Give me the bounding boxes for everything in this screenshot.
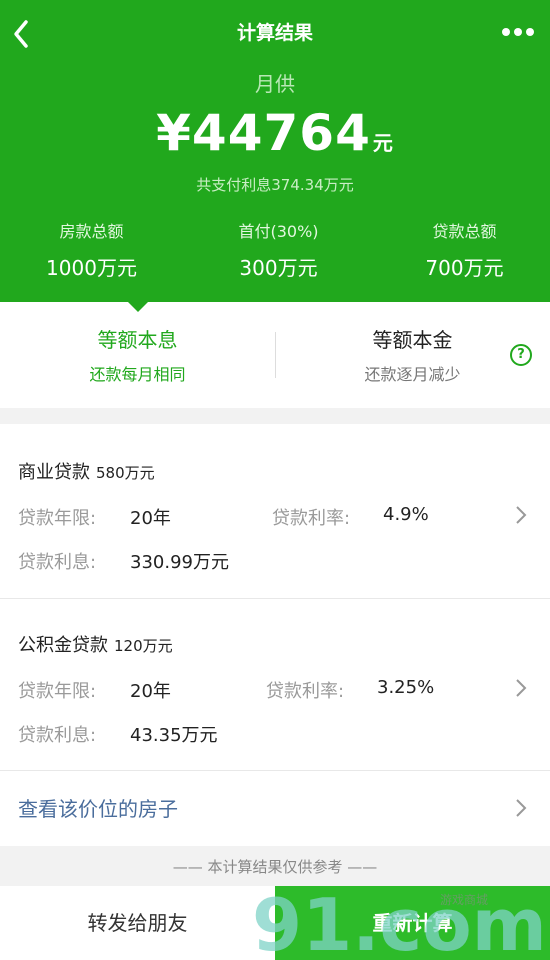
loan-title: 公积金贷款 120万元	[18, 631, 173, 657]
term-value: 20年	[130, 508, 171, 529]
tab-subtitle: 还款逐月减少	[364, 365, 461, 384]
chevron-right-icon	[516, 799, 527, 817]
monthly-payment-label: 月供	[255, 72, 295, 96]
interest-value: 43.35万元	[130, 725, 218, 746]
term-label: 贷款年限:	[18, 681, 97, 702]
view-houses-link[interactable]: 查看该价位的房子	[18, 793, 178, 822]
term-label: 贷款年限:	[18, 508, 97, 529]
total-interest: 共支付利息374.34万元	[196, 176, 354, 194]
provident-fund-loan-item[interactable]: 公积金贷款 120万元 贷款年限: 20年 贷款利率: 3.25% 贷款利息: 4…	[0, 599, 550, 770]
interest-label: 贷款利息:	[18, 725, 97, 746]
monthly-amount-unit: 元	[372, 131, 394, 155]
result-header: 计算结果 月供 ¥44764 元 共支付利息374.34万元 房款总额 1000万…	[0, 0, 550, 302]
disclaimer: —— 本计算结果仅供参考 ——	[172, 858, 378, 876]
active-tab-indicator	[128, 302, 148, 312]
loan-type: 商业贷款	[18, 462, 90, 483]
loan-details: 商业贷款 580万元 贷款年限: 20年 贷款利率: 4.9% 贷款利息: 330…	[0, 424, 550, 846]
summary-down-payment: 首付(30%) 300万元	[187, 218, 370, 281]
loan-type: 公积金贷款	[18, 635, 108, 656]
loan-amount: 120万元	[114, 637, 173, 655]
summary-house-price: 房款总额 1000万元	[0, 218, 183, 281]
tab-equal-installment[interactable]: 等额本息 还款每月相同	[0, 324, 275, 385]
summary-label: 贷款总额	[432, 222, 497, 241]
tab-title: 等额本金	[372, 328, 453, 352]
tab-equal-principal[interactable]: 等额本金 还款逐月减少	[275, 324, 550, 385]
loan-title: 商业贷款 580万元	[18, 458, 155, 484]
chevron-right-icon	[516, 506, 527, 524]
more-dots-icon[interactable]	[500, 22, 536, 42]
monthly-payment-amount: ¥44764 元	[0, 104, 550, 162]
monthly-amount-value: ¥44764	[156, 104, 371, 162]
view-houses-link-row[interactable]: 查看该价位的房子	[0, 771, 550, 846]
summary-value: 1000万元	[46, 256, 137, 280]
help-circle-icon[interactable]: ?	[510, 344, 532, 366]
summary-value: 300万元	[239, 256, 318, 280]
summary-label: 房款总额	[59, 222, 124, 241]
nav-bar: 计算结果	[0, 0, 550, 64]
rate-value: 4.9%	[383, 504, 429, 525]
tab-subtitle: 还款每月相同	[89, 365, 186, 384]
bottom-action-bar: 转发给朋友 重新计算	[0, 886, 550, 960]
commercial-loan-item[interactable]: 商业贷款 580万元 贷款年限: 20年 贷款利率: 4.9% 贷款利息: 330…	[0, 424, 550, 598]
share-button[interactable]: 转发给朋友	[0, 886, 275, 960]
page-title: 计算结果	[236, 22, 313, 44]
rate-label: 贷款利率:	[266, 681, 345, 702]
recalculate-button[interactable]: 重新计算	[275, 886, 550, 960]
summary-label: 首付(30%)	[238, 222, 319, 241]
repayment-method-tabs: 等额本息 还款每月相同 等额本金 还款逐月减少	[0, 302, 550, 408]
rate-label: 贷款利率:	[272, 508, 351, 529]
term-value: 20年	[130, 681, 171, 702]
chevron-right-icon	[516, 679, 527, 697]
interest-label: 贷款利息:	[18, 552, 97, 573]
rate-value: 3.25%	[377, 677, 435, 698]
tab-title: 等额本息	[97, 328, 178, 352]
summary-value: 700万元	[425, 256, 504, 280]
loan-summary: 房款总额 1000万元 首付(30%) 300万元 贷款总额 700万元	[0, 218, 550, 288]
summary-loan-total: 贷款总额 700万元	[373, 218, 550, 281]
interest-value: 330.99万元	[130, 552, 229, 573]
loan-amount: 580万元	[96, 464, 155, 482]
